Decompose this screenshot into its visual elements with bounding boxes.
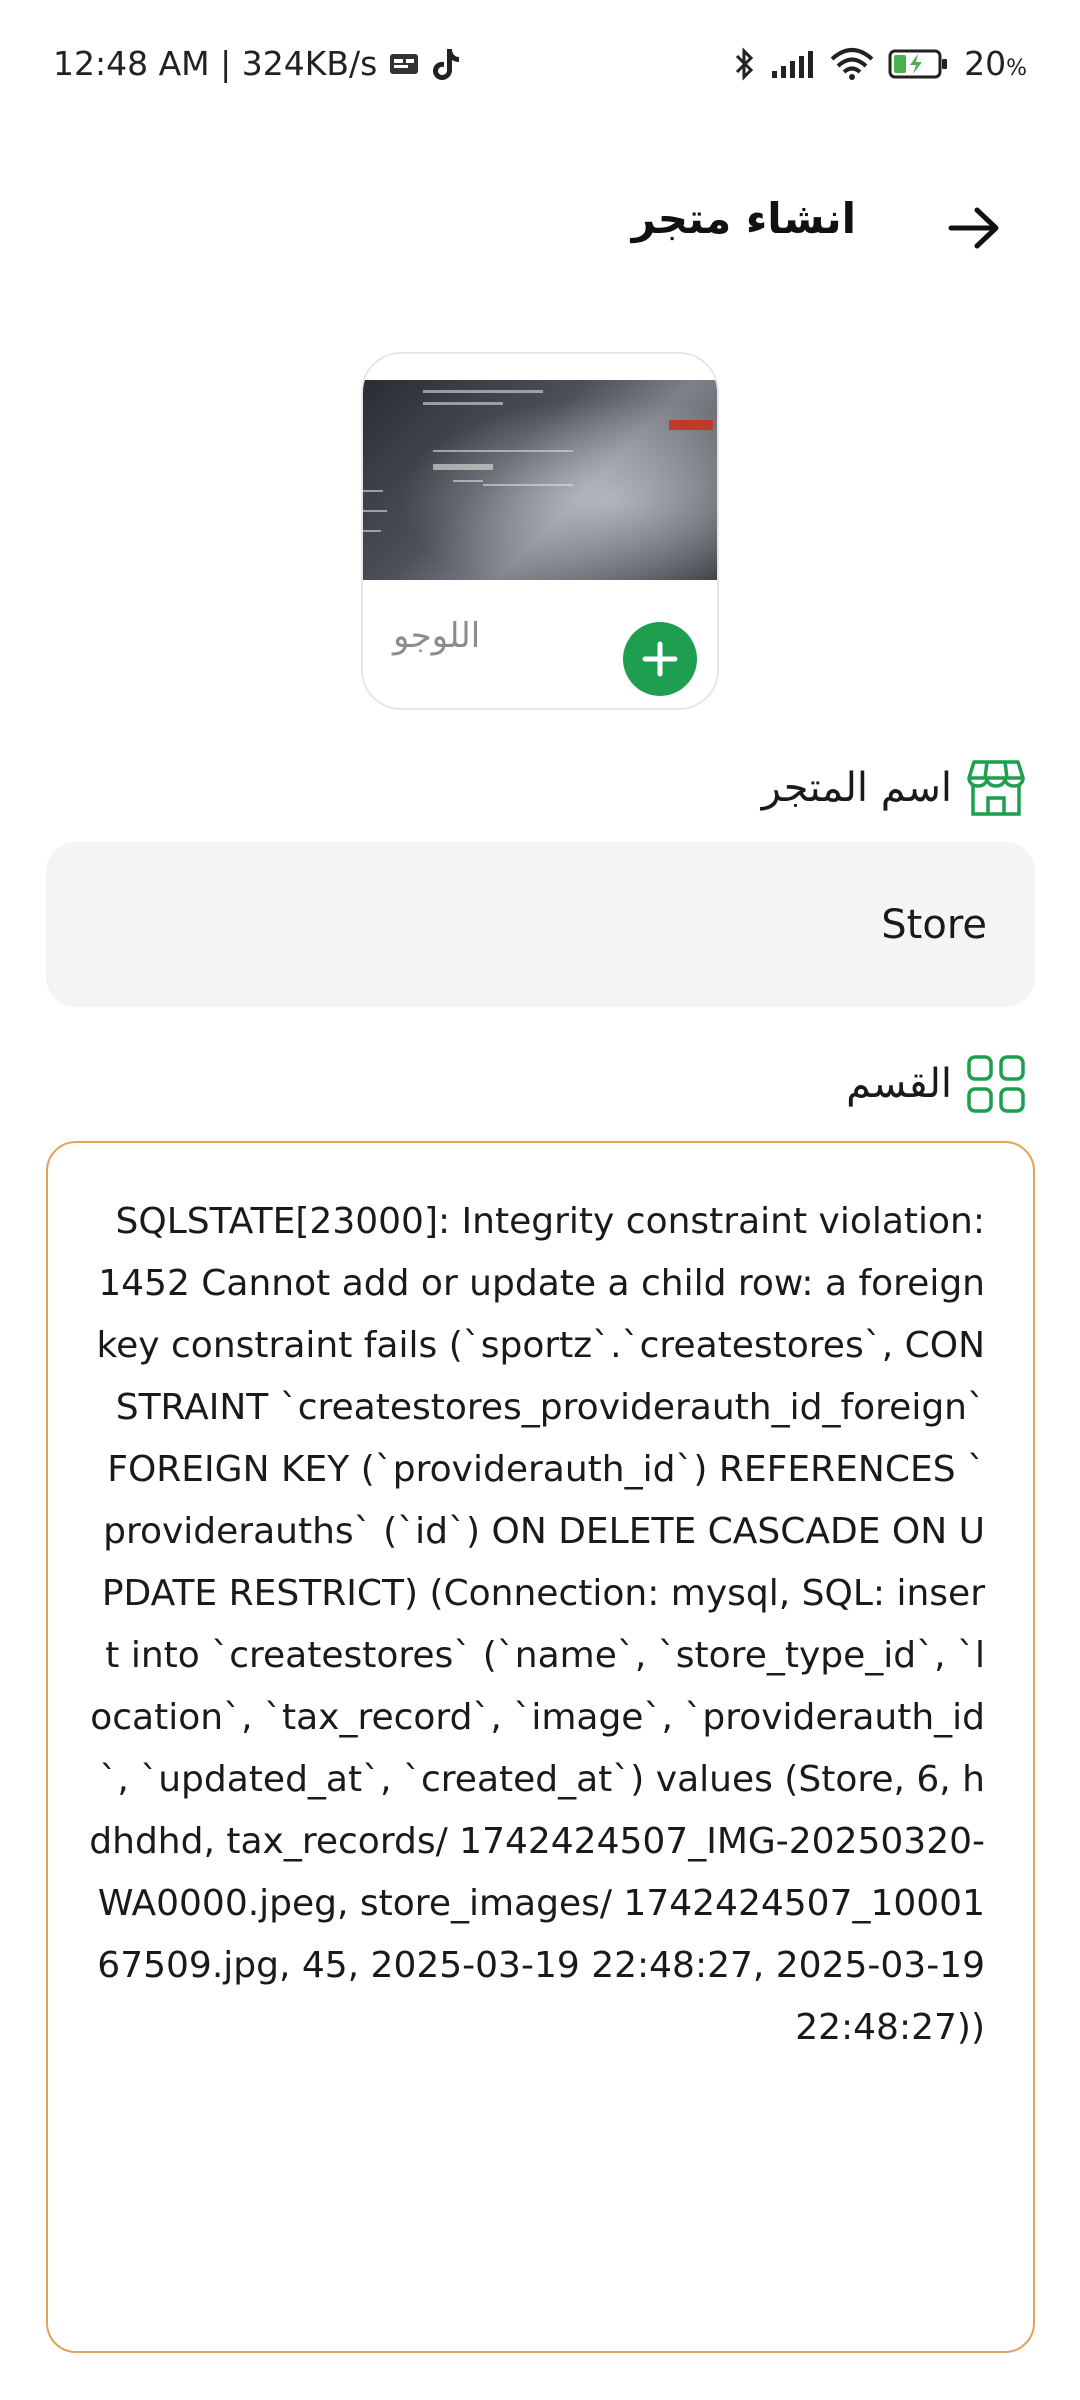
create-store-screen: 12:48 AM | 324KB/s 20% انشاء متجر اللوجو…: [0, 0, 1080, 2400]
logo-upload-card[interactable]: اللوجو: [361, 352, 719, 710]
app-header: انشاء متجر: [0, 180, 1080, 270]
category-label-row: القسم: [846, 1054, 1026, 1114]
tiktok-icon: [431, 47, 461, 81]
store-name-label: اسم المتجر: [761, 765, 952, 811]
store-icon: [966, 758, 1026, 818]
add-logo-button[interactable]: [623, 622, 697, 696]
battery-charging-icon: [888, 48, 950, 80]
store-name-label-row: اسم المتجر: [762, 758, 1026, 818]
logo-label: اللوجو: [393, 616, 481, 656]
page-title: انشاء متجر: [631, 194, 856, 243]
sim-card-icon: [389, 52, 419, 76]
store-name-input[interactable]: Store: [46, 842, 1035, 1007]
logo-preview-image: [363, 380, 717, 580]
wifi-icon: [830, 47, 874, 81]
error-message-text: SQLSTATE[23000]: Integrity constraint vi…: [89, 1201, 985, 2048]
status-time-speed: 12:48 AM | 324KB/s: [53, 44, 378, 83]
arrow-right-icon: [947, 205, 1001, 251]
error-message-box: SQLSTATE[23000]: Integrity constraint vi…: [46, 1141, 1035, 2353]
signal-icon: [770, 49, 816, 79]
category-label: القسم: [846, 1061, 952, 1107]
grid-icon: [966, 1054, 1026, 1114]
bluetooth-icon: [734, 46, 756, 82]
status-left: 12:48 AM | 324KB/s: [53, 44, 461, 83]
battery-level: 20%: [964, 44, 1027, 83]
status-bar: 12:48 AM | 324KB/s 20%: [0, 0, 1080, 130]
plus-icon: [640, 639, 680, 679]
status-right: 20%: [734, 44, 1027, 83]
back-button[interactable]: [936, 190, 1012, 266]
